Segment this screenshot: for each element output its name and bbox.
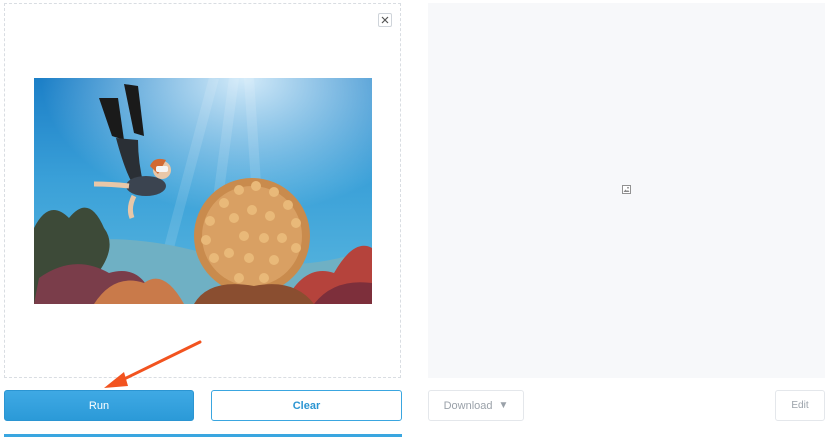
progress-bar [4, 434, 402, 437]
chevron-down-icon: ▼ [498, 400, 509, 411]
clear-button[interactable]: Clear [211, 390, 402, 421]
input-image-panel [4, 3, 401, 378]
close-image-button[interactable] [378, 13, 392, 27]
image-icon [622, 185, 631, 194]
run-button[interactable]: Run [4, 390, 194, 421]
edit-button[interactable]: Edit [775, 390, 825, 421]
run-button-label: Run [88, 399, 110, 412]
output-image-panel [428, 3, 825, 378]
download-button[interactable]: Download ▼ [428, 390, 524, 421]
input-image [34, 78, 372, 304]
edit-button-label: Edit [791, 400, 809, 411]
download-button-label: Download [443, 399, 493, 412]
close-icon [381, 16, 389, 24]
clear-button-label: Clear [292, 399, 321, 412]
